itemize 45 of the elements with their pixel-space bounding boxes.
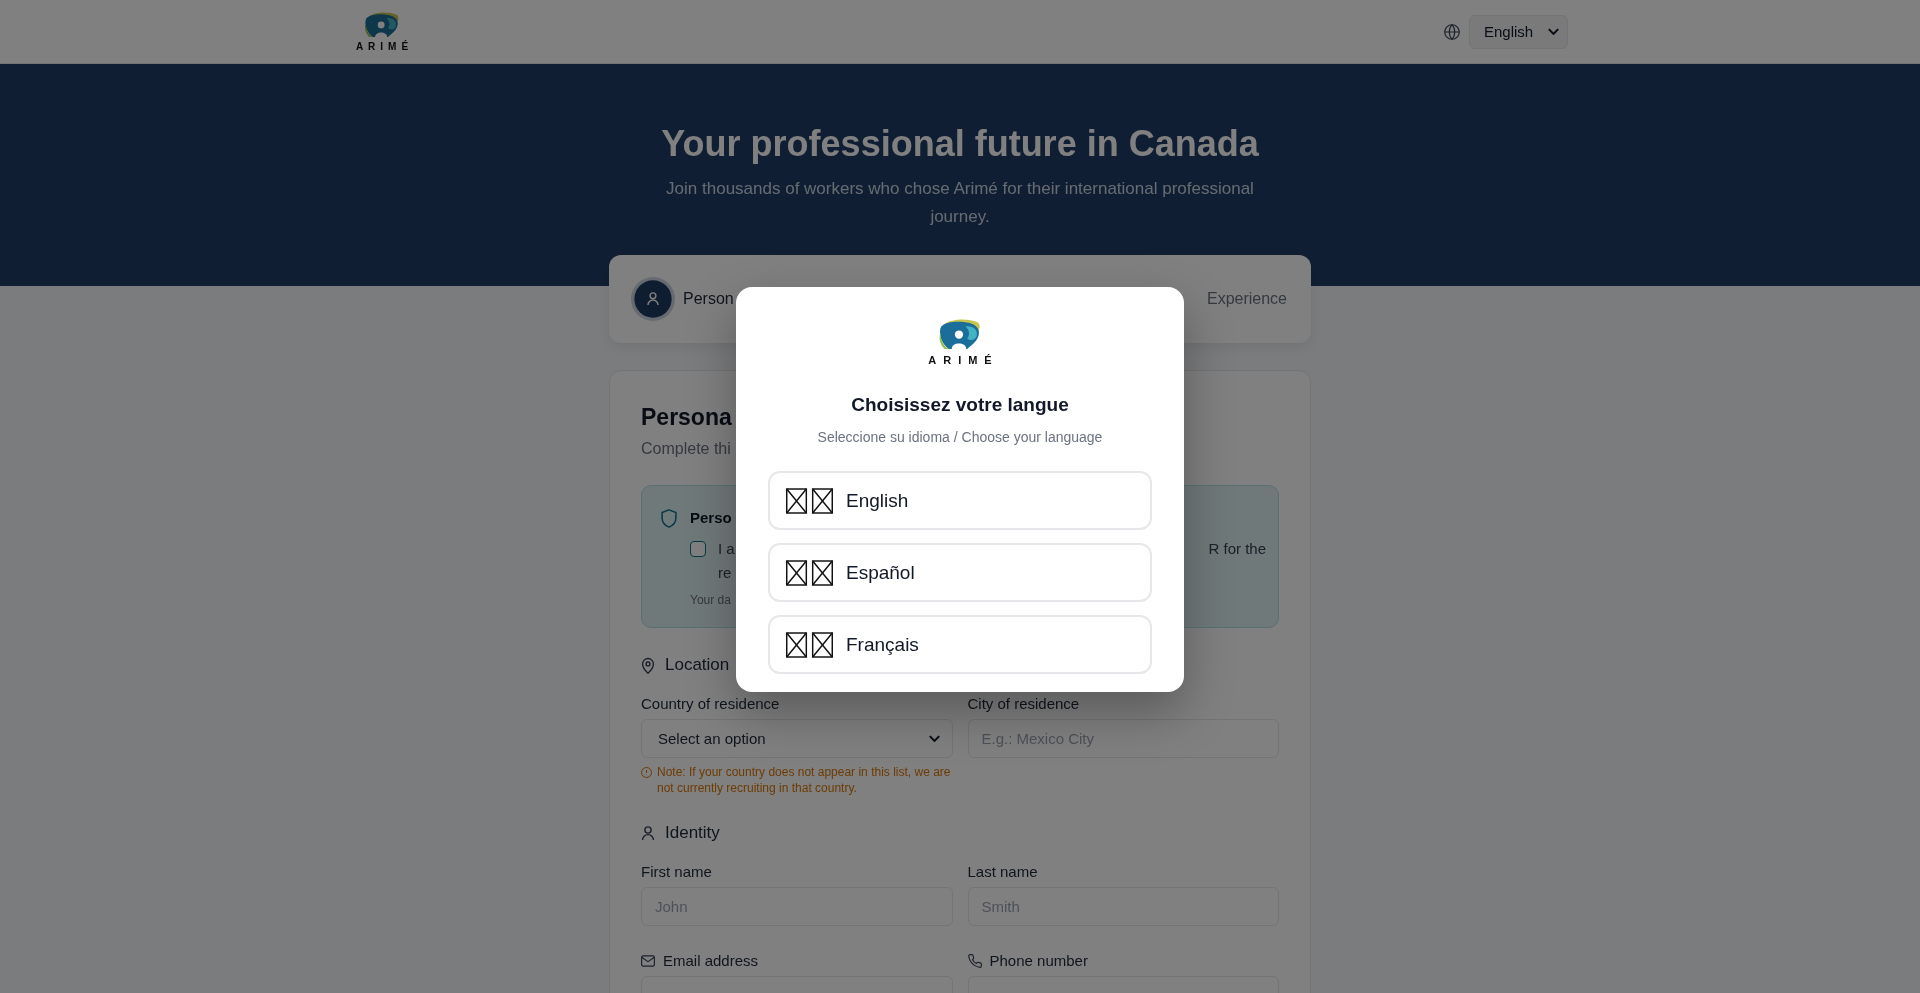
field-note: Note: If your country does not appear in this list, we are not currently recruiting in that country. [657,764,952,796]
form-title: Persona [641,403,732,432]
phone-icon [967,954,982,968]
consent-text: R for the [1208,539,1266,559]
field-label: Email address [663,951,759,971]
person-icon [641,824,655,842]
chevron-down-icon [1548,28,1559,35]
step-label: Person [683,290,734,308]
modal-subtitle: Seleccione su idioma / Choose your language [817,428,1103,447]
crossed-boxes-icon [786,487,833,514]
hero-title: Your professional future in Canada [660,124,1260,164]
alert-circle-icon [641,767,652,778]
logo-icon [364,10,400,38]
map-pin-icon [641,656,655,674]
modal-title: Choisissez votre langue [851,393,1069,417]
step-label: Experience [1206,290,1287,308]
language-option[interactable]: English [768,471,1152,530]
crossed-boxes-icon [786,559,833,586]
shield-icon [661,509,677,528]
field-label: First name [641,862,712,882]
privacy-notice-title: Perso [690,508,732,528]
logo-icon [938,318,982,350]
field-label: Phone number [989,951,1088,971]
consent-checkbox[interactable] [690,541,706,557]
crossed-boxes-icon [786,631,833,658]
hero-subtitle: Join thousands of workers who chose Arimé for their international professional journey. [665,178,1255,228]
privacy-note: Your da [690,592,731,609]
field-label: Country of residence [641,694,780,714]
section-title: Location [665,654,730,676]
globe-icon [1444,23,1460,40]
logo-wordmark: ARIMÉ [927,353,999,367]
section-title: Identity [665,822,720,844]
field-label: City of residence [967,694,1080,714]
chevron-down-icon [928,735,940,742]
consent-text: I a [718,539,735,559]
consent-text: re [718,564,732,581]
form-subtitle: Complete thi [641,439,731,459]
language-select[interactable]: English [1469,14,1568,49]
language-option[interactable]: Français [768,615,1152,674]
logo-wordmark: ARIMÉ [354,40,414,53]
step-person-icon [631,277,675,321]
field-label: Last name [967,862,1038,882]
select-field[interactable]: Select an option [641,719,953,758]
language-option[interactable]: Español [768,543,1152,602]
mail-icon [641,954,655,968]
